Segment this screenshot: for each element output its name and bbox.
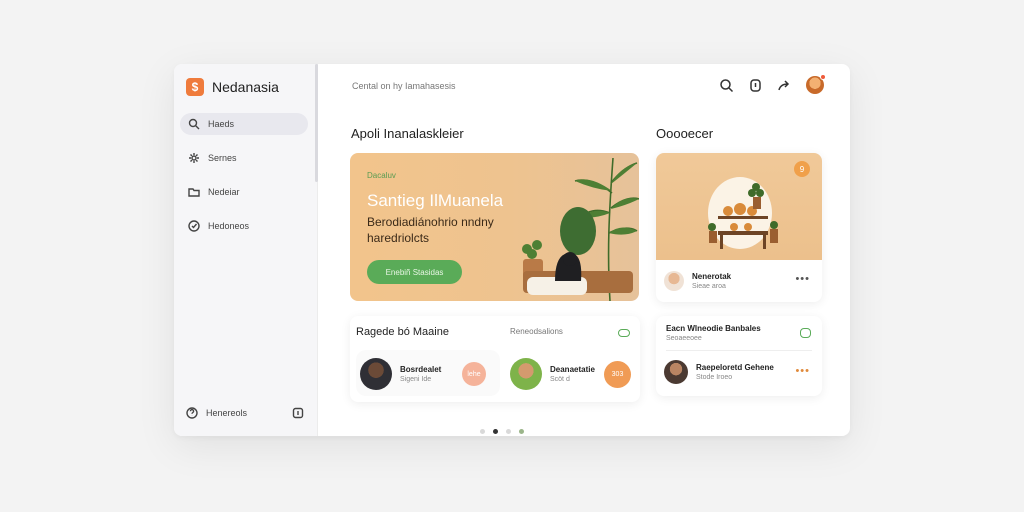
- search-icon[interactable]: [719, 78, 734, 93]
- recommendations-card: Ragede bó Maaine Reneodsalions Bosrdeale…: [350, 316, 640, 402]
- recommendation-item-2[interactable]: Deanaetatie Scöt d: [510, 358, 595, 390]
- sidebar-item-label: Sernes: [208, 153, 237, 163]
- recommendation-name: Deanaetatie: [550, 365, 595, 374]
- avatar: [664, 271, 684, 291]
- main-section-title: Apoli Inanalaskleier: [351, 126, 464, 141]
- help-icon: [186, 407, 198, 419]
- hero-tag: Dacaluv: [367, 171, 396, 180]
- brand-name: Nedanasia: [212, 79, 279, 95]
- sidebar-item-haeds[interactable]: Haeds: [180, 113, 308, 135]
- product-badge: 9: [794, 161, 810, 177]
- more-options-icon[interactable]: •••: [795, 273, 810, 285]
- recommendation-meta: Sigeni Ide: [400, 376, 432, 383]
- hero-illustration: [522, 157, 639, 301]
- sidebar-item-sernes[interactable]: Sernes: [180, 147, 308, 169]
- news-author-meta: Stode Iroeo: [696, 374, 733, 381]
- product-card[interactable]: 9 Nenerotak Sieae aroa •••: [656, 153, 822, 302]
- recommendation-item-1[interactable]: Bosrdealet Sigeni Ide: [360, 358, 441, 390]
- sidebar-item-nedeiar[interactable]: Nedeiar: [180, 181, 308, 203]
- news-title: Eacn Wlneodie Banbales: [666, 324, 761, 333]
- notification-dot: [820, 74, 826, 80]
- sidebar-item-label: Nedeiar: [208, 187, 240, 197]
- recommendation-badge: 303: [604, 361, 631, 388]
- hero-banner[interactable]: Dacaluv Santieg IlMuanela Berodiadiánohr…: [350, 153, 639, 301]
- news-header: Eacn Wlneodie Banbales Seoaeeoee: [666, 324, 761, 342]
- avatar: [360, 358, 392, 390]
- brand-logo-icon: $: [186, 78, 204, 96]
- check-circle-icon: [188, 220, 200, 232]
- recommendation-badge: lehe: [462, 362, 486, 386]
- news-meta: Seoaeeoee: [666, 335, 702, 342]
- settings-icon: [189, 153, 199, 163]
- sidebar: $ Nedanasia Haeds Sernes Nedeiar Hedoneo…: [174, 64, 318, 436]
- news-card[interactable]: Eacn Wlneodie Banbales Seoaeeoee Raepelo…: [656, 316, 822, 396]
- hero-title: Santieg IlMuanela: [367, 191, 504, 210]
- recommendations-subtitle: Reneodsalions: [510, 327, 563, 336]
- sidebar-item-hedoneos[interactable]: Hedoneos: [180, 215, 308, 237]
- right-section-title: Ooooecer: [656, 126, 714, 141]
- product-owner-meta: Sieae aroa: [692, 283, 726, 290]
- help-label: Henereols: [206, 408, 248, 418]
- recommendation-meta: Scöt d: [550, 376, 570, 383]
- page-indicator[interactable]: [480, 429, 524, 434]
- sidebar-item-label: Haeds: [208, 119, 235, 129]
- product-image: 9: [656, 153, 822, 260]
- search-icon: [188, 118, 200, 130]
- sidebar-footer: Henereols: [186, 407, 304, 419]
- news-author: Raepeloretd Gehene Stode Iroeo: [664, 360, 774, 384]
- breadcrumb: Cental on hy Iamahasesis: [352, 81, 456, 91]
- avatar: [510, 358, 542, 390]
- product-owner-name: Nenerotak: [692, 272, 732, 281]
- square-icon[interactable]: [292, 407, 304, 419]
- folder-icon: [188, 188, 200, 197]
- brand[interactable]: $ Nedanasia: [186, 78, 279, 96]
- hero-cta-button[interactable]: Enebiñ Stasidas: [367, 260, 462, 284]
- page-dot-active[interactable]: [493, 429, 498, 434]
- top-toolbar: [719, 74, 826, 94]
- share-icon[interactable]: [777, 78, 792, 93]
- app-window: $ Nedanasia Haeds Sernes Nedeiar Hedoneo…: [174, 64, 850, 436]
- news-author-name: Raepeloretd Gehene: [696, 363, 774, 372]
- help-link[interactable]: Henereols: [186, 407, 247, 419]
- sidebar-item-label: Hedoneos: [208, 221, 250, 231]
- page-dot[interactable]: [506, 429, 511, 434]
- hero-subtitle: Berodiadiánohrio nndny haredriolcts: [367, 215, 494, 245]
- sidebar-scrollbar[interactable]: [315, 64, 318, 182]
- divider: [666, 350, 812, 351]
- check-icon[interactable]: [800, 328, 811, 338]
- product-owner: Nenerotak Sieae aroa: [664, 271, 731, 291]
- toggle-icon[interactable]: [618, 329, 630, 337]
- clipboard-icon[interactable]: [748, 78, 763, 93]
- avatar: [664, 360, 688, 384]
- recommendation-name: Bosrdealet: [400, 365, 442, 374]
- recommendations-title: Ragede bó Maaine: [356, 326, 449, 338]
- page-dot[interactable]: [519, 429, 524, 434]
- page-dot[interactable]: [480, 429, 485, 434]
- user-avatar[interactable]: [806, 74, 826, 94]
- more-options-icon[interactable]: •••: [795, 365, 810, 377]
